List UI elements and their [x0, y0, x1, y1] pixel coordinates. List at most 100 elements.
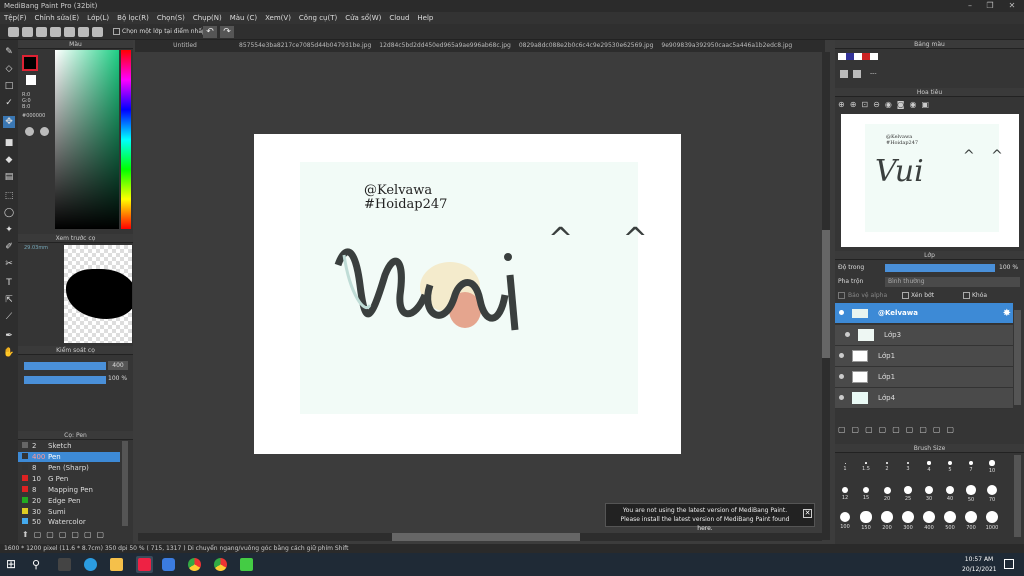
palette-swatches[interactable]	[838, 53, 878, 60]
text-tool-icon[interactable]: T	[3, 277, 15, 289]
brush-size-option[interactable]: 12	[838, 484, 852, 501]
eraser-tool-icon[interactable]: ◇	[3, 63, 15, 75]
select-pen-icon[interactable]: ✐	[3, 241, 15, 253]
brush-size-option[interactable]: 150	[859, 511, 873, 531]
menu-capture[interactable]: Chụp(N)	[193, 12, 222, 24]
brush-size-option[interactable]: 50	[964, 484, 978, 503]
brush-item[interactable]: 50 Watercolor	[18, 517, 120, 527]
brush-item-selected[interactable]: 400 Pen	[18, 452, 120, 462]
brush-size-option[interactable]: 1.5	[859, 457, 873, 472]
brush-size-option[interactable]: 2	[880, 457, 894, 472]
move-tool-icon[interactable]: ✥	[3, 116, 15, 128]
brush-size-option[interactable]: 10	[985, 457, 999, 474]
close-notice-icon[interactable]: ✕	[803, 509, 812, 518]
secondary-color-swatch[interactable]	[26, 75, 36, 85]
select-eraser-icon[interactable]: ✂	[3, 258, 15, 270]
tab-file-2[interactable]: 12d84c5bd2dd450ed965a9ae996ab68c.jpg	[375, 40, 515, 52]
app-icon-green[interactable]	[240, 558, 253, 571]
lasso-tool-icon[interactable]: ◯	[3, 207, 15, 219]
eyedropper-icon[interactable]: ⟋	[3, 311, 15, 323]
brush-item[interactable]: 8 Pen (Sharp)	[18, 463, 120, 473]
canvas-horizontal-scrollbar[interactable]	[138, 533, 822, 541]
menu-icon[interactable]	[92, 27, 103, 37]
gradient-tool-icon[interactable]: ▤	[3, 171, 15, 183]
brush-item[interactable]: 10 G Pen	[18, 474, 120, 484]
tab-untitled[interactable]: Untitled	[135, 40, 235, 52]
color-saturation-picker[interactable]	[55, 50, 119, 229]
palette-add-icon[interactable]	[840, 70, 848, 78]
pick-layer-checkbox[interactable]	[113, 28, 120, 35]
close-window-button[interactable]: ✕	[1002, 0, 1022, 12]
brush-item[interactable]: 8 Mapping Pen	[18, 485, 120, 495]
minimize-button[interactable]: –	[960, 0, 980, 12]
menu-select[interactable]: Chọn(S)	[157, 12, 185, 24]
restore-button[interactable]: ❐	[980, 0, 1000, 12]
menu-color[interactable]: Màu (C)	[230, 12, 257, 24]
lock-checkbox[interactable]	[963, 292, 970, 299]
tab-file-1[interactable]: 857554e3ba8217ce7085d44b047931be.jpg	[235, 40, 375, 52]
color-wheel-icon[interactable]	[25, 127, 34, 136]
brush-panel-actions[interactable]: ⬆▢▢▢▢▢▢	[22, 530, 132, 540]
magic-wand-icon[interactable]: ✦	[3, 224, 15, 236]
brush-size-option[interactable]: 1000	[985, 511, 999, 531]
color-mix-icon[interactable]	[40, 127, 49, 136]
panel-icon[interactable]	[78, 27, 89, 37]
menu-file[interactable]: Tệp(F)	[4, 12, 27, 24]
layer-list-scrollbar[interactable]	[1014, 310, 1021, 405]
hue-slider[interactable]	[121, 50, 131, 229]
layer-row[interactable]: Lớp1	[835, 346, 1013, 367]
menu-window[interactable]: Cửa sổ(W)	[345, 12, 381, 24]
fill-rect-tool-icon[interactable]: ■	[3, 137, 15, 149]
redo-icon[interactable]: ↷	[220, 26, 234, 38]
brush-size-slider[interactable]	[24, 362, 106, 370]
brush-size-option[interactable]: 30	[922, 484, 936, 502]
protect-alpha-checkbox[interactable]	[838, 292, 845, 299]
taskbar-app-icon[interactable]	[58, 558, 71, 571]
update-notice[interactable]: You are not using the latest version of …	[605, 503, 815, 532]
brush-item[interactable]: 30 Sumi	[18, 507, 120, 517]
brush-size-option[interactable]: 15	[859, 484, 873, 501]
brush-size-option[interactable]: 7	[964, 457, 978, 473]
brush-size-option[interactable]: 5	[943, 457, 957, 473]
undo-icon[interactable]: ↶	[203, 26, 217, 38]
brush-size-grid[interactable]: 1 1.5 2 3 4 5 7 10 12 15 20 25 30 40 50 70 100 150 200 300 4…	[838, 457, 1008, 537]
palette-delete-icon[interactable]	[853, 70, 861, 78]
clock-date[interactable]: 20/12/2021	[962, 566, 997, 573]
cloud-icon[interactable]	[22, 27, 33, 37]
menu-cloud[interactable]: Cloud	[389, 12, 409, 24]
blend-mode-select[interactable]: Bình thường	[885, 277, 1020, 287]
brush-size-option[interactable]: 40	[943, 484, 957, 502]
notification-icon[interactable]	[1004, 559, 1014, 569]
brush-size-value[interactable]: 400	[108, 361, 128, 370]
medibang-taskbar-icon[interactable]	[136, 556, 153, 573]
bucket-tool-icon[interactable]: ◆	[3, 154, 15, 166]
brush-size-option[interactable]: 700	[964, 511, 978, 531]
hand-tool-icon[interactable]: ✋	[3, 347, 15, 359]
grid-icon[interactable]	[64, 27, 75, 37]
select-tool-icon[interactable]: ⬚	[3, 190, 15, 202]
chat-icon[interactable]	[36, 27, 47, 37]
brush-size-option[interactable]: 400	[922, 511, 936, 531]
zoom-tool-icon[interactable]: ✒	[3, 330, 15, 342]
browser-icon[interactable]	[84, 558, 97, 571]
layer-row-kelvawa[interactable]: @Kelvawa ✸	[835, 303, 1013, 324]
menu-view[interactable]: Xem(V)	[265, 12, 291, 24]
menu-tools[interactable]: Công cụ(T)	[299, 12, 337, 24]
folder-icon[interactable]	[110, 558, 123, 571]
brush-size-option[interactable]: 300	[901, 511, 915, 531]
layer-row[interactable]: Lớp1	[835, 367, 1013, 388]
check-tool-icon[interactable]: ✓	[3, 97, 15, 109]
menu-edit[interactable]: Chỉnh sửa(E)	[35, 12, 80, 24]
tab-file-3[interactable]: 0829a8dc088e2b0c6c4c9e29530e62569.jpg	[515, 40, 658, 52]
new-file-icon[interactable]	[8, 27, 19, 37]
chrome-icon[interactable]	[188, 558, 201, 571]
brush-size-option[interactable]: 70	[985, 484, 999, 503]
brush-size-scrollbar[interactable]	[1014, 455, 1021, 537]
brush-size-option[interactable]: 1	[838, 457, 852, 472]
brush-size-option[interactable]: 100	[838, 511, 852, 530]
layer-opacity-slider[interactable]	[885, 264, 995, 272]
navigator-zoom-controls[interactable]: ⊕⊕⊡⊖◉◙◉▣	[838, 100, 963, 111]
brush-size-option[interactable]: 3	[901, 457, 915, 472]
brush-opacity-slider[interactable]	[24, 376, 106, 384]
brush-list-scrollbar[interactable]	[122, 441, 128, 526]
